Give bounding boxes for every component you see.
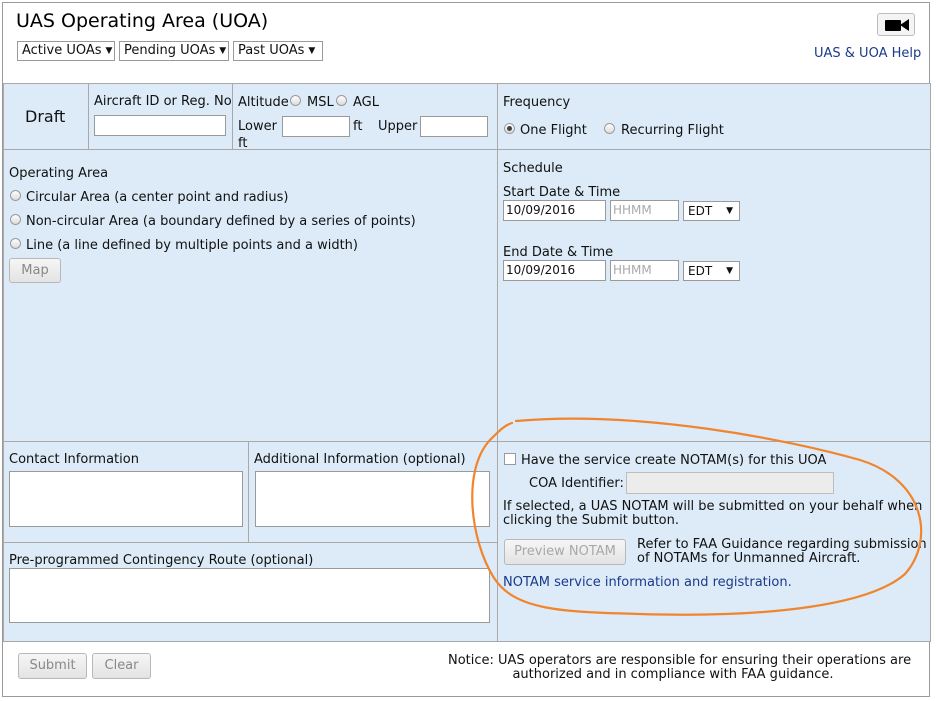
- highlight-annotation: [471, 417, 923, 616]
- notice-line2: authorized and in compliance with FAA gu…: [512, 667, 834, 682]
- clear-button[interactable]: Clear: [92, 653, 151, 679]
- highlight-ellipse: [471, 417, 923, 616]
- notice-line1: Notice: UAS operators are responsible fo…: [448, 653, 912, 668]
- submit-button[interactable]: Submit: [18, 653, 87, 679]
